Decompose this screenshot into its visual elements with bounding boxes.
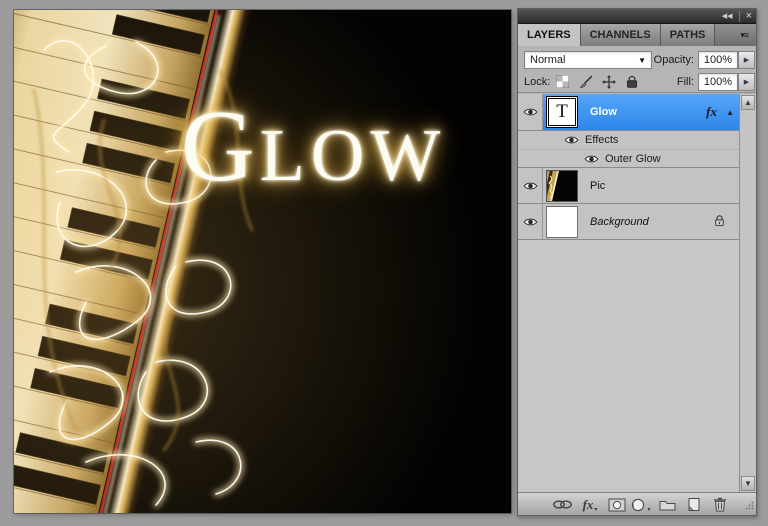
outer-glow-label: Outer Glow bbox=[605, 153, 661, 165]
glow-text-initial: G bbox=[181, 90, 260, 203]
layer-row-pic[interactable]: Pic bbox=[518, 168, 739, 204]
glow-text-layer-content: GLOW bbox=[181, 96, 446, 198]
text-layer-thumbnail[interactable]: T bbox=[546, 96, 578, 128]
padlock-icon bbox=[626, 75, 638, 88]
tab-bar-spacer bbox=[715, 24, 732, 46]
add-layer-mask-button[interactable] bbox=[606, 496, 628, 513]
chain-link-icon bbox=[552, 499, 573, 510]
delete-layer-button[interactable] bbox=[709, 496, 731, 513]
lock-all-button[interactable] bbox=[623, 73, 640, 90]
layer-name-background: Background bbox=[590, 216, 649, 228]
adjustment-layer-icon bbox=[631, 498, 646, 512]
opacity-spinner-button[interactable]: ▶ bbox=[738, 51, 755, 69]
add-layer-style-button[interactable]: fx▾ bbox=[579, 496, 601, 513]
lock-transparency-button[interactable] bbox=[554, 73, 571, 90]
fill-input[interactable]: 100% bbox=[698, 73, 738, 91]
chevron-down-icon: ▾ bbox=[647, 506, 650, 513]
fill-value: 100% bbox=[704, 76, 732, 88]
tab-label: PATHS bbox=[670, 29, 706, 41]
collapse-effects-icon[interactable]: ▲ bbox=[726, 108, 734, 117]
link-layers-button[interactable] bbox=[551, 496, 573, 513]
photoshop-workspace: GLOW ◀◀ × LAYERS CHANNELS PATHS ▾≡ Norma… bbox=[0, 0, 768, 526]
close-panel-icon[interactable]: × bbox=[739, 11, 752, 22]
scroll-up-button[interactable]: ▲ bbox=[741, 95, 755, 110]
collapse-panels-icon[interactable]: ◀◀ bbox=[722, 13, 733, 20]
layers-list: T Glow fx ▲ Effects bbox=[518, 94, 756, 492]
checkerboard-icon bbox=[556, 75, 569, 88]
opacity-input[interactable]: 100% bbox=[698, 51, 738, 69]
layer-row-outer-glow[interactable]: Outer Glow bbox=[518, 150, 739, 168]
document-canvas[interactable]: GLOW bbox=[14, 10, 511, 513]
tab-paths[interactable]: PATHS bbox=[661, 24, 716, 46]
layer-name-pic: Pic bbox=[590, 180, 605, 192]
layer-row-background[interactable]: Background bbox=[518, 204, 739, 240]
fx-icon: fx bbox=[583, 497, 594, 513]
layer-options-area: Normal ▼ Opacity: 100% ▶ Lock: bbox=[518, 46, 756, 93]
layer-name-glow: Glow bbox=[590, 106, 617, 118]
layer-mask-icon bbox=[608, 498, 626, 512]
trash-icon bbox=[713, 497, 727, 512]
fill-label: Fill: bbox=[656, 76, 694, 88]
brush-icon bbox=[579, 75, 593, 89]
move-icon bbox=[602, 75, 616, 89]
opacity-value: 100% bbox=[704, 54, 732, 66]
tab-label: LAYERS bbox=[527, 29, 571, 41]
visibility-toggle-background[interactable] bbox=[518, 204, 543, 239]
lock-position-button[interactable] bbox=[600, 73, 617, 90]
folder-icon bbox=[659, 498, 676, 511]
eye-icon[interactable] bbox=[564, 135, 579, 145]
chevron-down-icon: ▾ bbox=[594, 506, 597, 513]
visibility-toggle-glow[interactable] bbox=[518, 94, 543, 130]
effects-label: Effects bbox=[585, 134, 618, 146]
scroll-down-button[interactable]: ▼ bbox=[741, 476, 755, 491]
background-layer-thumbnail[interactable] bbox=[546, 206, 578, 238]
fx-badge-icon[interactable]: fx bbox=[706, 104, 717, 120]
layer-row-glow[interactable]: T Glow fx ▲ bbox=[518, 94, 739, 131]
new-group-button[interactable] bbox=[656, 496, 678, 513]
spinner-arrow-icon: ▶ bbox=[744, 78, 749, 86]
scroll-up-icon: ▲ bbox=[744, 98, 752, 107]
scroll-down-icon: ▼ bbox=[744, 479, 752, 488]
eye-icon[interactable] bbox=[584, 154, 599, 164]
thumbnail-letter: T bbox=[556, 101, 568, 123]
panel-tab-bar: LAYERS CHANNELS PATHS ▾≡ bbox=[518, 24, 756, 46]
piano-photo bbox=[14, 10, 511, 513]
eye-icon bbox=[523, 107, 538, 117]
spinner-arrow-icon: ▶ bbox=[744, 56, 749, 64]
eye-icon bbox=[523, 217, 538, 227]
layer-row-effects[interactable]: Effects bbox=[518, 131, 739, 150]
fill-spinner-button[interactable]: ▶ bbox=[738, 73, 755, 91]
pic-thumbnail-image bbox=[547, 171, 577, 201]
layers-panel: ◀◀ × LAYERS CHANNELS PATHS ▾≡ Normal ▼ O… bbox=[517, 8, 757, 516]
background-lock-icon bbox=[714, 214, 725, 230]
layers-panel-toolbar: fx▾ ▾ bbox=[518, 492, 756, 515]
panel-menu-icon[interactable]: ▾≡ bbox=[732, 24, 756, 46]
blend-mode-value: Normal bbox=[530, 54, 565, 66]
pic-layer-thumbnail[interactable] bbox=[546, 170, 578, 202]
visibility-toggle-pic[interactable] bbox=[518, 168, 543, 203]
new-layer-button[interactable] bbox=[682, 496, 704, 513]
new-layer-icon bbox=[686, 497, 701, 512]
opacity-label: Opacity: bbox=[636, 54, 694, 66]
blend-mode-select[interactable]: Normal ▼ bbox=[524, 51, 652, 69]
resize-grip[interactable] bbox=[745, 501, 754, 513]
panel-group-titlebar: ◀◀ × bbox=[518, 9, 756, 24]
layers-scrollbar[interactable]: ▲ ▼ bbox=[739, 94, 756, 492]
lock-pixels-button[interactable] bbox=[577, 73, 594, 90]
lock-label: Lock: bbox=[524, 76, 552, 88]
new-adjustment-layer-button[interactable]: ▾ bbox=[630, 496, 652, 513]
tab-layers[interactable]: LAYERS bbox=[518, 24, 581, 46]
tab-channels[interactable]: CHANNELS bbox=[581, 24, 661, 46]
eye-icon bbox=[523, 181, 538, 191]
tab-label: CHANNELS bbox=[590, 29, 651, 41]
glow-text-rest: LOW bbox=[260, 115, 447, 197]
